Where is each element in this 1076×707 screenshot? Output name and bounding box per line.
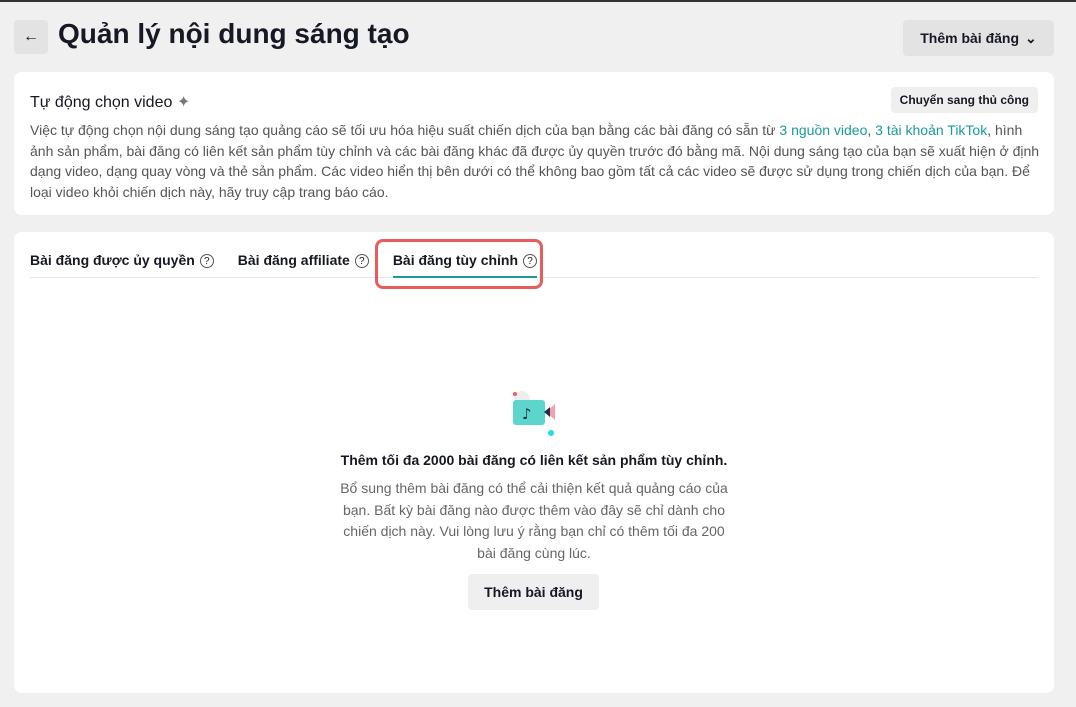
- video-camera-tiktok-icon: ♪: [513, 391, 555, 436]
- video-sources-link[interactable]: 3 nguồn video: [779, 122, 867, 138]
- add-post-button[interactable]: Thêm bài đăng: [468, 574, 599, 610]
- add-post-dropdown[interactable]: Thêm bài đăng ⌄: [903, 20, 1054, 56]
- empty-description: Bổ sung thêm bài đăng có thể cải thiện k…: [340, 480, 728, 561]
- chevron-down-icon: ⌄: [1025, 29, 1037, 46]
- desc-sep: ,: [867, 122, 876, 138]
- tiktok-accounts-link[interactable]: 3 tài khoản TikTok: [875, 122, 987, 138]
- sparkle-icon: ✦: [176, 94, 191, 111]
- tab-authorized-posts[interactable]: Bài đăng được ủy quyền?: [30, 252, 214, 278]
- switch-manual-button[interactable]: Chuyển sang thủ công: [890, 87, 1038, 113]
- arrow-left-icon: ←: [23, 28, 39, 45]
- highlight-box: [375, 239, 543, 289]
- auto-select-description: Việc tự động chọn nội dung sáng tạo quản…: [30, 120, 1040, 202]
- help-icon[interactable]: ?: [354, 254, 369, 268]
- auto-title-text: Tự động chọn video: [30, 94, 173, 111]
- empty-title: Thêm tối đa 2000 bài đăng có liên kết sả…: [340, 452, 728, 468]
- page-title: Quản lý nội dung sáng tạo: [58, 18, 410, 49]
- svg-text:♪: ♪: [522, 405, 532, 423]
- tab-label: Bài đăng được ủy quyền: [30, 252, 195, 268]
- back-button[interactable]: ←: [14, 20, 48, 54]
- auto-select-card: Tự động chọn video ✦ Chuyển sang thủ côn…: [14, 72, 1054, 215]
- tab-affiliate-posts[interactable]: Bài đăng affiliate?: [238, 252, 369, 278]
- auto-select-title: Tự động chọn video ✦: [30, 92, 190, 112]
- help-icon[interactable]: ?: [199, 254, 214, 268]
- tab-label: Bài đăng affiliate: [237, 252, 350, 268]
- desc-text: Việc tự động chọn nội dung sáng tạo quản…: [30, 122, 780, 138]
- add-post-label: Thêm bài đăng: [920, 30, 1020, 46]
- posts-card: Bài đăng được ủy quyền? Bài đăng affilia…: [14, 232, 1054, 693]
